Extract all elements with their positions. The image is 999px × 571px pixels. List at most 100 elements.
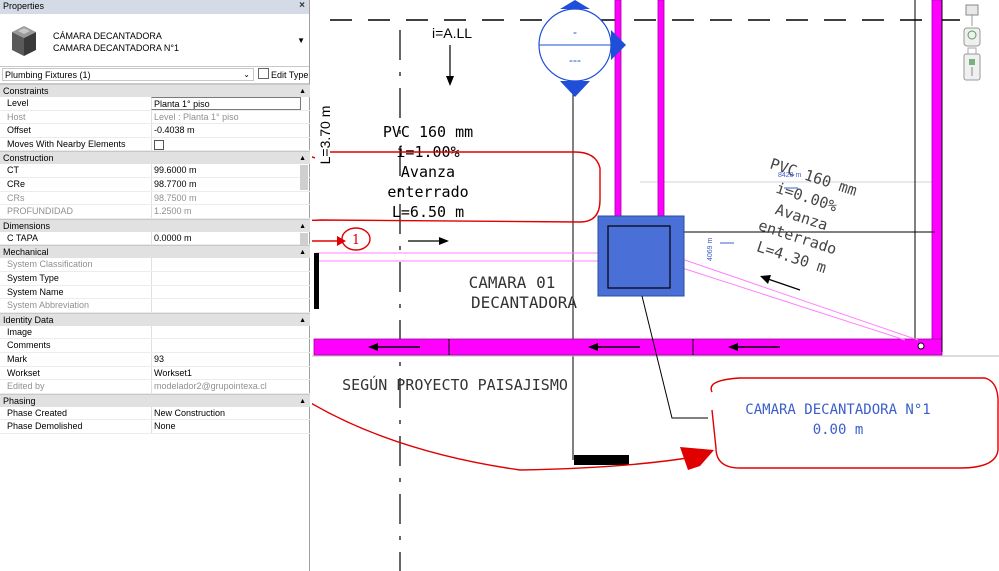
chamber-label: DECANTADORA (471, 293, 577, 312)
property-name: CRe (7, 178, 26, 189)
group-phasing[interactable]: Phasing ▲ (0, 393, 310, 407)
property-row[interactable]: Level Planta 1° piso (0, 97, 310, 111)
property-value (151, 258, 301, 271)
property-row[interactable]: C TAPA 0.0000 m (0, 231, 310, 246)
property-name: Edited by (7, 381, 45, 392)
section-arrow-icon (560, 81, 590, 97)
pipe-wall[interactable] (614, 0, 622, 226)
type-family-name: CÁMARA DECANTADORA (53, 31, 162, 41)
property-row: CRs 98.7500 m (0, 191, 310, 206)
property-value[interactable] (151, 271, 301, 285)
property-row[interactable]: CT 99.6000 m (0, 164, 310, 178)
group-constraints[interactable]: Constraints ▲ (0, 84, 310, 97)
panel-title: Properties (3, 1, 45, 11)
close-icon[interactable]: × (299, 0, 305, 11)
pipe-wall[interactable] (931, 0, 943, 353)
property-value[interactable]: None (151, 420, 301, 433)
property-row: System Abbreviation (0, 299, 310, 313)
scrollbar-thumb[interactable] (300, 233, 308, 245)
property-row[interactable]: Phase Demolished None (0, 420, 310, 434)
pipe1-label: enterrado (387, 183, 468, 201)
tag-label[interactable]: CAMARA DECANTADORA N°1 (745, 402, 930, 418)
property-value: 1.2500 m (151, 205, 301, 218)
property-row[interactable]: System Name (0, 285, 310, 300)
property-value: Level : Planta 1° piso (151, 110, 301, 124)
chevron-down-icon: ⌄ (243, 70, 250, 79)
property-row[interactable]: Workset Workset1 (0, 366, 310, 381)
property-value[interactable]: -0.4038 m (151, 124, 301, 137)
property-row[interactable]: Image (0, 325, 310, 340)
properties-grid: Constraints ▲ Level Planta 1° piso Host Lev… (0, 84, 310, 434)
property-row: Host Level : Planta 1° piso (0, 110, 310, 125)
property-value[interactable]: 0.0000 m (151, 231, 301, 245)
arrow-head-icon (446, 76, 454, 86)
drawing-canvas[interactable]: - --- i=A.LL L=3.70 m PVC 160 mm i=1.00%… (312, 0, 999, 571)
property-name: Comments (7, 340, 51, 351)
pipe1-label: Avanza (401, 163, 455, 181)
property-value-checkbox[interactable] (151, 137, 301, 151)
annotation-arrow-head (680, 447, 714, 470)
section-arrow-icon (560, 0, 590, 9)
property-value[interactable] (151, 285, 301, 299)
end-cap (314, 253, 319, 309)
property-value-input[interactable]: Planta 1° piso (151, 97, 301, 110)
selection-filter-dropdown[interactable]: Plumbing Fixtures (1) ⌄ (2, 68, 254, 81)
property-row[interactable]: Mark 93 (0, 352, 310, 367)
pipe-joint (917, 342, 925, 350)
property-name: Mark (7, 353, 27, 364)
group-label: Construction (3, 153, 54, 164)
type-name: CAMARA DECANTADORA N°1 (53, 43, 179, 53)
slope-label: i=A.LL (432, 25, 472, 41)
tag-elevation[interactable]: 0.00 m (813, 422, 864, 438)
flow-arrow (764, 277, 801, 291)
properties-titlebar: Properties × (0, 0, 309, 15)
chevron-down-icon[interactable]: ▼ (297, 36, 305, 45)
group-label: Dimensions (3, 220, 51, 231)
chamber-label: CAMARA 01 (469, 273, 556, 292)
property-name: Phase Created (7, 407, 68, 418)
property-name: CT (7, 165, 19, 176)
edit-type-button[interactable]: Edit Type (258, 68, 308, 81)
property-row: System Classification (0, 258, 310, 272)
pipe1-label: PVC 160 mm (383, 123, 473, 141)
type-selector[interactable]: CÁMARA DECANTADORA CAMARA DECANTADORA N°… (0, 14, 309, 67)
arrow-head-icon (760, 275, 771, 284)
section-marker-bottom: --- (569, 53, 581, 67)
scrollbar-thumb[interactable] (300, 165, 308, 190)
property-name: Offset (7, 125, 31, 136)
group-mechanical[interactable]: Mechanical ▲ (0, 245, 310, 259)
property-row: PROFUNDIDAD 1.2500 m (0, 205, 310, 219)
group-dimensions[interactable]: Dimensions ▲ (0, 218, 310, 232)
group-construction[interactable]: Construction ▲ (0, 151, 310, 165)
property-value[interactable] (151, 325, 301, 339)
property-row[interactable]: Phase Created New Construction (0, 406, 310, 421)
property-value[interactable]: 99.6000 m (151, 164, 301, 177)
property-row[interactable]: Comments (0, 339, 310, 353)
property-row[interactable]: Offset -0.4038 m (0, 124, 310, 138)
property-row[interactable]: System Type (0, 271, 310, 286)
property-name: Image (7, 326, 33, 337)
tag-leader-line (641, 295, 708, 419)
vertical-dimension-label: L=3.70 m (317, 106, 333, 165)
edit-type-label: Edit Type (271, 70, 309, 80)
property-row[interactable]: CRe 98.7700 m (0, 177, 310, 192)
pipe-line[interactable] (675, 265, 906, 341)
checkbox[interactable] (154, 139, 164, 150)
selection-filter-row: Plumbing Fixtures (1) ⌄ Edit Type (0, 67, 309, 84)
section-marker-top: - (573, 25, 577, 39)
property-value[interactable] (151, 339, 301, 352)
family-thumbnail-icon (12, 26, 36, 56)
property-value[interactable]: 93 (151, 352, 301, 366)
navigation-bar[interactable] (962, 4, 982, 88)
chamber-box[interactable] (597, 215, 685, 297)
group-label: Mechanical (3, 247, 49, 258)
property-value: 98.7500 m (151, 191, 301, 205)
pipe-wall[interactable] (657, 0, 665, 226)
property-row[interactable]: Moves With Nearby Elements (0, 137, 310, 152)
property-value[interactable]: Workset1 (151, 366, 301, 380)
property-value[interactable]: 98.7700 m (151, 177, 301, 191)
group-identity-data[interactable]: Identity Data ▲ (0, 312, 310, 326)
pipe-line[interactable] (675, 256, 919, 341)
property-name: C TAPA (7, 232, 39, 243)
property-value[interactable]: New Construction (151, 406, 301, 420)
